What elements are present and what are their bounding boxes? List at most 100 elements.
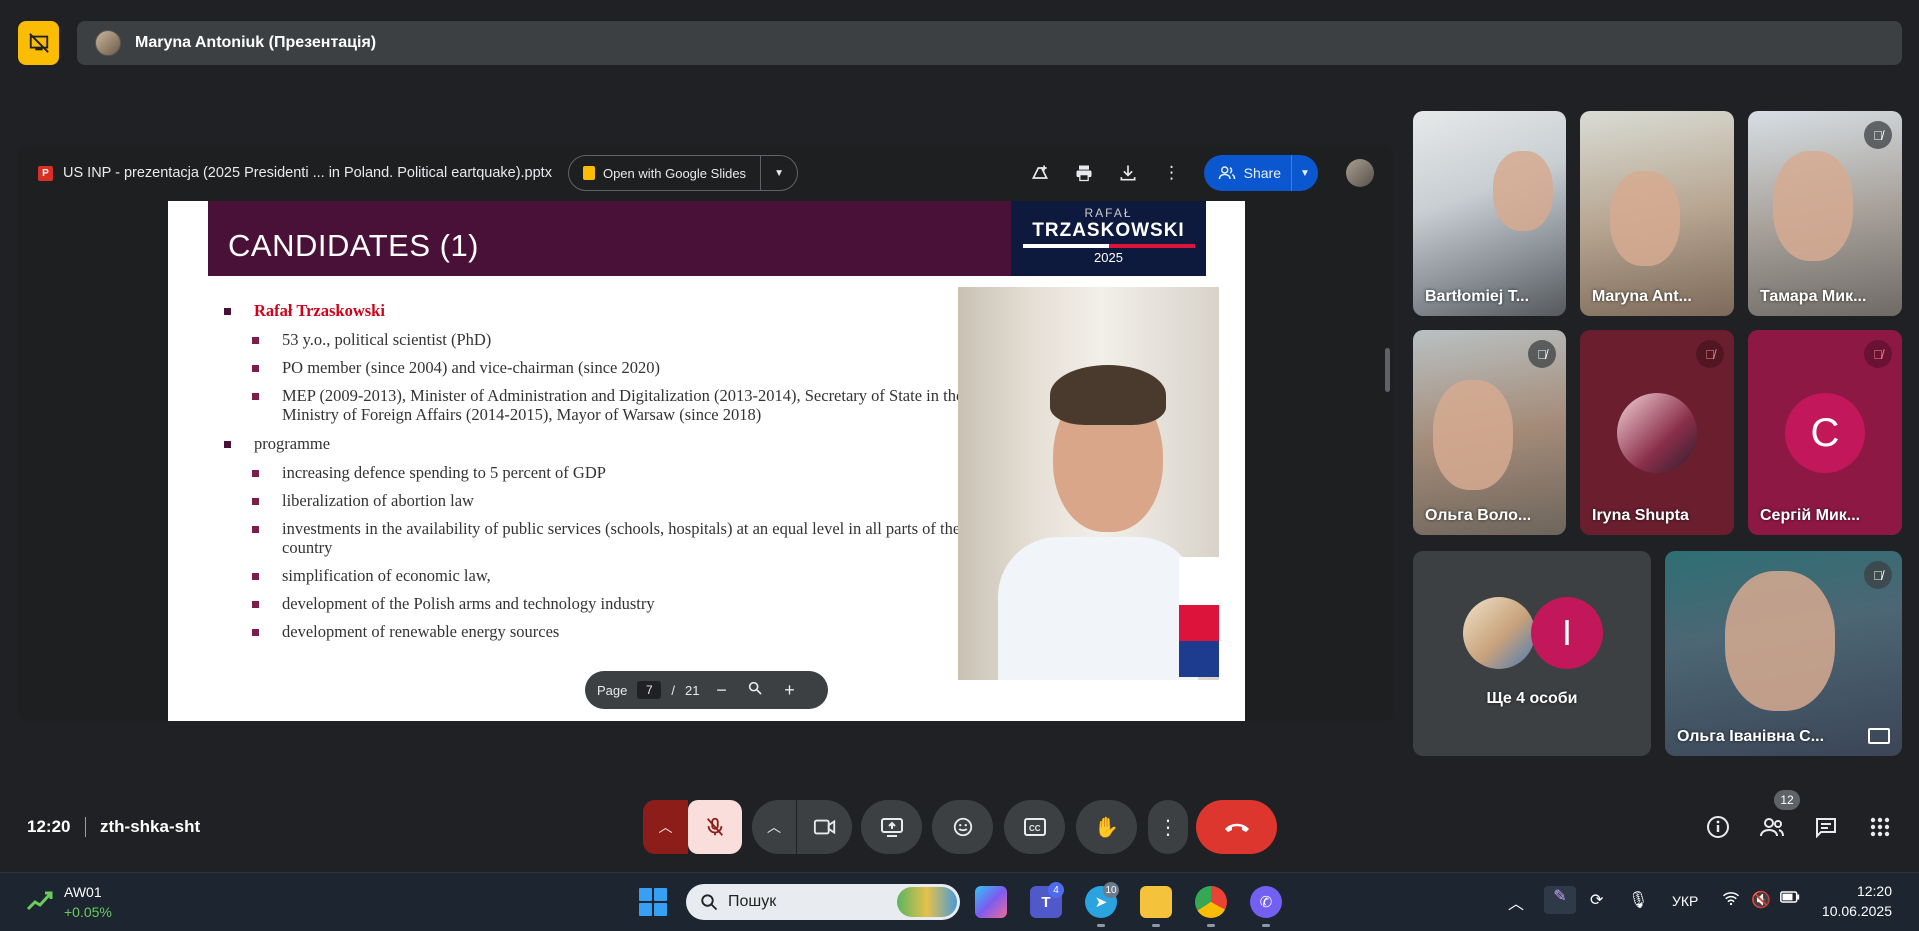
- chat-icon[interactable]: [1811, 812, 1841, 842]
- presenter-bar: Maryna Antoniuk (Презентація): [77, 21, 1902, 65]
- campaign-logo: RAFAŁ TRZASKOWSKI 2025: [1011, 201, 1206, 276]
- people-icon[interactable]: [1757, 812, 1787, 842]
- more-participants-tile[interactable]: I Ще 4 особи: [1413, 551, 1651, 756]
- people-count-badge: 12: [1774, 790, 1800, 810]
- microphone-tray-icon[interactable]: 🎙: [1628, 890, 1648, 910]
- divider: [85, 817, 86, 837]
- microphone-control: ︿: [643, 800, 742, 854]
- account-avatar[interactable]: [1346, 159, 1374, 187]
- participant-tile[interactable]: 🎙̸ Ольга Воло...: [1413, 330, 1566, 535]
- participant-name: Iryna Shupta: [1592, 507, 1689, 524]
- bullet-programme-item: investments in the availability of publi…: [224, 519, 964, 557]
- participant-avatar: I: [1531, 597, 1603, 669]
- viewer-actions: ⋮ Share ▼: [1028, 155, 1374, 191]
- app-running-indicator: [1152, 924, 1160, 927]
- video-settings-button[interactable]: ︿: [752, 800, 796, 854]
- download-icon[interactable]: [1116, 161, 1140, 185]
- system-date[interactable]: 10.06.2025: [1818, 903, 1892, 919]
- participant-tile[interactable]: Bartłomiej T...: [1413, 111, 1566, 316]
- start-button[interactable]: [639, 888, 667, 916]
- presenter-name: Maryna Antoniuk (Презентація): [135, 34, 377, 51]
- page-total: 21: [685, 682, 700, 698]
- page-navigator: Page 7 / 21 − +: [585, 671, 828, 709]
- candidate-photo: [958, 287, 1219, 680]
- search-placeholder: Пошук: [728, 893, 777, 910]
- participant-tile[interactable]: Maryna Ant...: [1580, 111, 1734, 316]
- viber-icon[interactable]: ✆: [1250, 886, 1282, 918]
- open-with-label: Open with Google Slides: [602, 165, 747, 181]
- layout-resize-handle[interactable]: [1385, 348, 1390, 392]
- copilot-icon[interactable]: [975, 886, 1007, 918]
- present-screen-button[interactable]: [861, 800, 922, 854]
- open-with-dropdown[interactable]: ▼: [761, 168, 797, 179]
- present-icon: [880, 818, 903, 837]
- hand-icon: ✋: [1094, 816, 1119, 839]
- share-button[interactable]: Share ▼: [1203, 155, 1318, 191]
- participant-name: Maryna Ant...: [1592, 288, 1692, 305]
- add-to-drive-icon[interactable]: [1028, 161, 1052, 185]
- search-icon: [701, 894, 718, 911]
- reactions-button[interactable]: [932, 800, 993, 854]
- participant-tile-self[interactable]: 🎙̸ Ольга Іванівна С...: [1665, 551, 1902, 756]
- search-highlight-image: [897, 887, 957, 917]
- wifi-icon[interactable]: [1722, 890, 1740, 911]
- stock-name[interactable]: AW01: [64, 884, 102, 900]
- file-explorer-icon[interactable]: [1140, 886, 1172, 918]
- zoom-out-icon[interactable]: −: [709, 680, 733, 701]
- participant-tile[interactable]: 🎙̸ Iryna Shupta: [1580, 330, 1734, 535]
- picture-in-picture-icon[interactable]: [1868, 728, 1890, 744]
- captions-button[interactable]: CC: [1004, 800, 1065, 854]
- open-with-button[interactable]: Open with Google Slides: [569, 156, 762, 190]
- participant-avatar: С: [1785, 393, 1865, 473]
- file-title: US INP - prezentacja (2025 Presidenti ..…: [63, 165, 552, 181]
- mic-off-icon: [706, 817, 724, 836]
- meeting-info-icon[interactable]: [1703, 812, 1733, 842]
- bullet-detail: PO member (since 2004) and vice-chairman…: [224, 358, 964, 377]
- hang-up-icon: [1224, 823, 1249, 832]
- pen-icon[interactable]: ✎: [1544, 886, 1576, 914]
- slide-page: CANDIDATES (1) RAFAŁ TRZASKOWSKI 2025 Ra…: [168, 201, 1245, 721]
- participant-name: Ольга Воло...: [1425, 507, 1532, 524]
- system-time[interactable]: 12:20: [1828, 883, 1892, 899]
- input-language[interactable]: УКР: [1672, 893, 1698, 909]
- battery-icon[interactable]: [1780, 890, 1800, 909]
- teams-badge: 4: [1048, 882, 1064, 898]
- more-options-button[interactable]: ⋮: [1148, 800, 1188, 854]
- muted-mic-icon: 🎙̸: [1864, 340, 1892, 368]
- taskbar-search[interactable]: Пошук: [686, 884, 960, 920]
- activities-icon[interactable]: [1865, 812, 1895, 842]
- share-main[interactable]: Share: [1204, 155, 1292, 191]
- stock-chart-icon[interactable]: [26, 889, 54, 913]
- page-label: Page: [597, 682, 628, 698]
- slide-title: CANDIDATES (1): [228, 228, 480, 263]
- stock-change: +0.05%: [64, 904, 112, 920]
- zoom-icon[interactable]: [743, 680, 767, 701]
- participant-name: Сергій Мик...: [1760, 507, 1861, 524]
- bullet-programme-item: increasing defence spending to 5 percent…: [224, 463, 964, 482]
- bullet-candidate: Rafał Trzaskowski: [224, 301, 964, 321]
- app-running-indicator: [1262, 924, 1270, 927]
- raise-hand-button[interactable]: ✋: [1076, 800, 1137, 854]
- tray-overflow-icon[interactable]: ︿: [1508, 890, 1524, 914]
- participant-tile[interactable]: С 🎙̸ Сергій Мик...: [1748, 330, 1902, 535]
- volume-muted-icon[interactable]: 🔇: [1751, 890, 1771, 910]
- participant-tile[interactable]: 🎙̸ Тамара Мик...: [1748, 111, 1902, 316]
- zoom-in-icon[interactable]: +: [777, 680, 801, 701]
- slide-header: CANDIDATES (1) RAFAŁ TRZASKOWSKI 2025: [208, 201, 1206, 276]
- presenting-indicator[interactable]: [18, 21, 59, 65]
- open-with-google-slides[interactable]: Open with Google Slides ▼: [567, 155, 799, 191]
- sync-icon[interactable]: ⟳: [1590, 890, 1603, 910]
- microphone-toggle[interactable]: [688, 800, 742, 854]
- more-vert-icon[interactable]: ⋮: [1160, 161, 1184, 185]
- logo-firstname: RAFAŁ: [1084, 206, 1133, 220]
- participant-avatar: [1617, 393, 1697, 473]
- camera-toggle[interactable]: [796, 800, 852, 854]
- people-icon: [1218, 166, 1235, 180]
- end-call-button[interactable]: [1196, 800, 1277, 854]
- chrome-icon[interactable]: [1195, 886, 1227, 918]
- audio-settings-button[interactable]: ︿: [643, 800, 688, 854]
- page-number-input[interactable]: 7: [637, 681, 662, 699]
- logo-flag-stripe: [1022, 244, 1195, 248]
- print-icon[interactable]: [1072, 161, 1096, 185]
- share-dropdown[interactable]: ▼: [1292, 168, 1318, 179]
